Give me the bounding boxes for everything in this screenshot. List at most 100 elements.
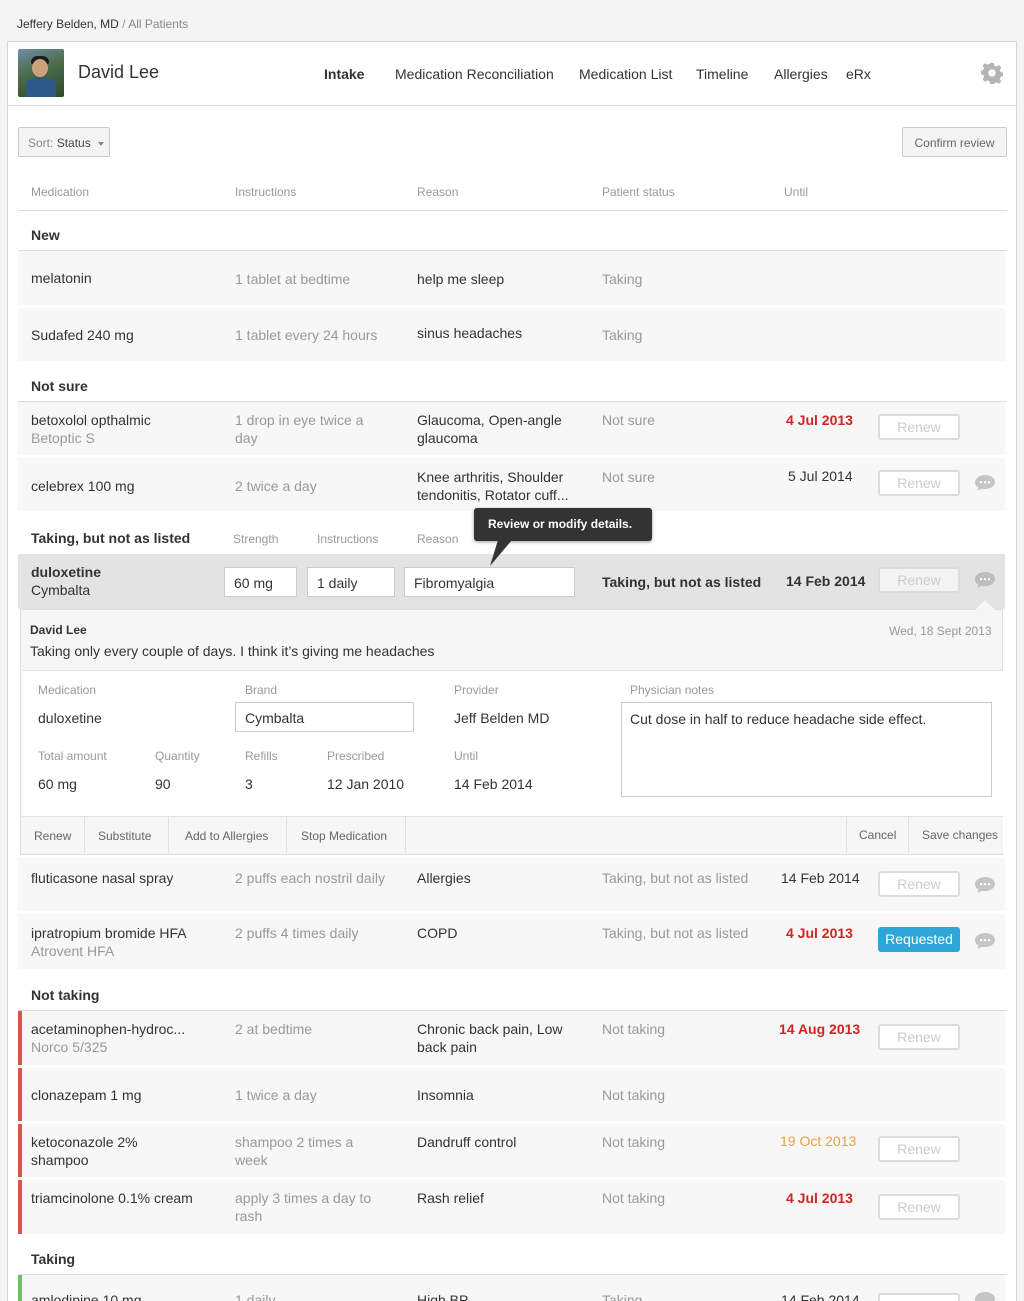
- renew-button[interactable]: Renew: [878, 414, 960, 440]
- med-reason-line2: back pain: [417, 1039, 477, 1055]
- breadcrumb-all-patients[interactable]: All Patients: [128, 17, 188, 31]
- gear-icon[interactable]: [981, 62, 1003, 84]
- table-row[interactable]: [18, 914, 1005, 969]
- renew-button[interactable]: Renew: [878, 1136, 960, 1162]
- med-instructions: shampoo 2 times a: [235, 1134, 354, 1150]
- table-row[interactable]: [18, 251, 1005, 305]
- comment-text: Taking only every couple of days. I thin…: [30, 643, 435, 659]
- substitute-button[interactable]: Substitute: [98, 829, 151, 843]
- section-taking: Taking: [31, 1251, 76, 1267]
- breadcrumb: Jeffery Belden, MD / All Patients: [17, 17, 188, 31]
- tab-erx[interactable]: eRx: [846, 66, 871, 82]
- col-until[interactable]: Until: [784, 185, 808, 199]
- med-name: clonazepam 1 mg: [31, 1087, 142, 1103]
- label-provider: Provider: [454, 683, 499, 697]
- physician-notes-textarea[interactable]: Cut dose in half to reduce headache side…: [621, 702, 992, 797]
- med-status: Not taking: [602, 1021, 666, 1037]
- tab-medication-list[interactable]: Medication List: [579, 66, 672, 82]
- med-status: Taking: [602, 1292, 643, 1301]
- col-reason[interactable]: Reason: [417, 185, 458, 199]
- renew-button[interactable]: Renew: [878, 1293, 960, 1301]
- table-row[interactable]: [18, 1068, 1005, 1121]
- action-bar: [22, 816, 1003, 853]
- label-physician-notes: Physician notes: [630, 683, 715, 697]
- med-instructions-line2: week: [235, 1152, 268, 1168]
- tab-medication-reconciliation[interactable]: Medication Reconciliation: [395, 66, 554, 82]
- med-reason: Chronic back pain, Low: [417, 1021, 563, 1037]
- chat-bubble-icon[interactable]: [975, 1292, 995, 1301]
- tab-allergies[interactable]: Allergies: [774, 66, 828, 82]
- patient-name: David Lee: [78, 62, 160, 82]
- confirm-review-button[interactable]: Confirm review: [902, 127, 1007, 157]
- breadcrumb-doctor[interactable]: Jeffery Belden, MD: [17, 17, 119, 31]
- med-status: Taking: [602, 327, 643, 343]
- table-row[interactable]: [18, 1180, 1005, 1234]
- col-patient-status[interactable]: Patient status: [602, 185, 675, 199]
- med-name: ipratropium bromide HFA: [31, 925, 187, 941]
- instructions-input[interactable]: 1 daily: [307, 567, 395, 597]
- label-medication: Medication: [38, 683, 97, 697]
- med-until: 4 Jul 2013: [786, 925, 853, 941]
- med-name: duloxetine: [31, 564, 102, 580]
- med-status: Taking: [602, 271, 643, 287]
- divider: [405, 817, 406, 853]
- tab-intake[interactable]: Intake: [324, 66, 364, 82]
- chat-bubble-icon[interactable]: [975, 877, 995, 893]
- section-taking-not-listed: Taking, but not as listed: [31, 530, 191, 546]
- sub-col-strength: Strength: [233, 532, 279, 546]
- chat-bubble-icon[interactable]: [975, 572, 995, 588]
- status-bar-not-taking: [18, 1011, 22, 1065]
- value-quantity: 90: [155, 776, 171, 792]
- med-until: 14 Feb 2014: [786, 573, 866, 589]
- renew-button[interactable]: Renew: [878, 1194, 960, 1220]
- label-until: Until: [454, 749, 479, 763]
- med-status: Not taking: [602, 1087, 666, 1103]
- med-status: Taking, but not as listed: [602, 574, 762, 590]
- detail-pointer: [975, 600, 995, 610]
- label-refills: Refills: [245, 749, 278, 763]
- value-refills: 3: [245, 776, 253, 792]
- avatar: [18, 49, 64, 97]
- tooltip-pointer: [490, 540, 512, 566]
- med-reason: sinus headaches: [417, 325, 523, 341]
- table-row[interactable]: [18, 1011, 1005, 1065]
- sub-col-instructions: Instructions: [317, 532, 379, 546]
- add-to-allergies-button[interactable]: Add to Allergies: [185, 829, 268, 843]
- table-row[interactable]: [18, 1124, 1005, 1177]
- status-bar-not-taking: [18, 1180, 22, 1234]
- med-brand: Norco 5/325: [31, 1039, 108, 1055]
- med-status: Not sure: [602, 469, 655, 485]
- reason-input[interactable]: Fibromyalgia: [404, 567, 575, 597]
- tab-timeline[interactable]: Timeline: [696, 66, 748, 82]
- med-instructions: 2 puffs 4 times daily: [235, 925, 359, 941]
- status-bar-not-taking: [18, 1068, 22, 1121]
- med-name: acetaminophen-hydroc...: [31, 1021, 186, 1037]
- med-reason-line2: glaucoma: [417, 430, 478, 446]
- brand-input[interactable]: Cymbalta: [235, 702, 414, 732]
- chat-bubble-icon[interactable]: [975, 475, 995, 491]
- col-instructions[interactable]: Instructions: [235, 185, 296, 199]
- col-medication[interactable]: Medication: [31, 185, 89, 199]
- renew-button[interactable]: Renew: [878, 470, 960, 496]
- value-prescribed: 12 Jan 2010: [327, 776, 405, 792]
- stop-medication-button[interactable]: Stop Medication: [301, 829, 387, 843]
- med-instructions: 1 drop in eye twice a: [235, 412, 364, 428]
- cancel-button[interactable]: Cancel: [859, 828, 896, 842]
- renew-button[interactable]: Renew: [878, 871, 960, 897]
- sort-value: Status: [56, 136, 91, 150]
- renew-action-button[interactable]: Renew: [34, 829, 71, 843]
- save-changes-button[interactable]: Save changes: [922, 828, 998, 842]
- table-row[interactable]: [18, 402, 1005, 455]
- med-name: melatonin: [31, 270, 92, 286]
- breadcrumb-separator: /: [122, 17, 126, 31]
- renew-button[interactable]: Renew: [878, 567, 960, 593]
- requested-badge[interactable]: Requested: [878, 927, 960, 952]
- renew-button[interactable]: Renew: [878, 1024, 960, 1050]
- sort-dropdown[interactable]: Sort: Status: [18, 127, 110, 157]
- med-name: triamcinolone 0.1% cream: [31, 1190, 193, 1206]
- chevron-down-icon: [98, 141, 105, 146]
- chat-bubble-icon[interactable]: [975, 933, 995, 949]
- strength-input[interactable]: 60 mg: [224, 567, 297, 597]
- divider: [286, 817, 287, 853]
- comment-date: Wed, 18 Sept 2013: [889, 624, 992, 638]
